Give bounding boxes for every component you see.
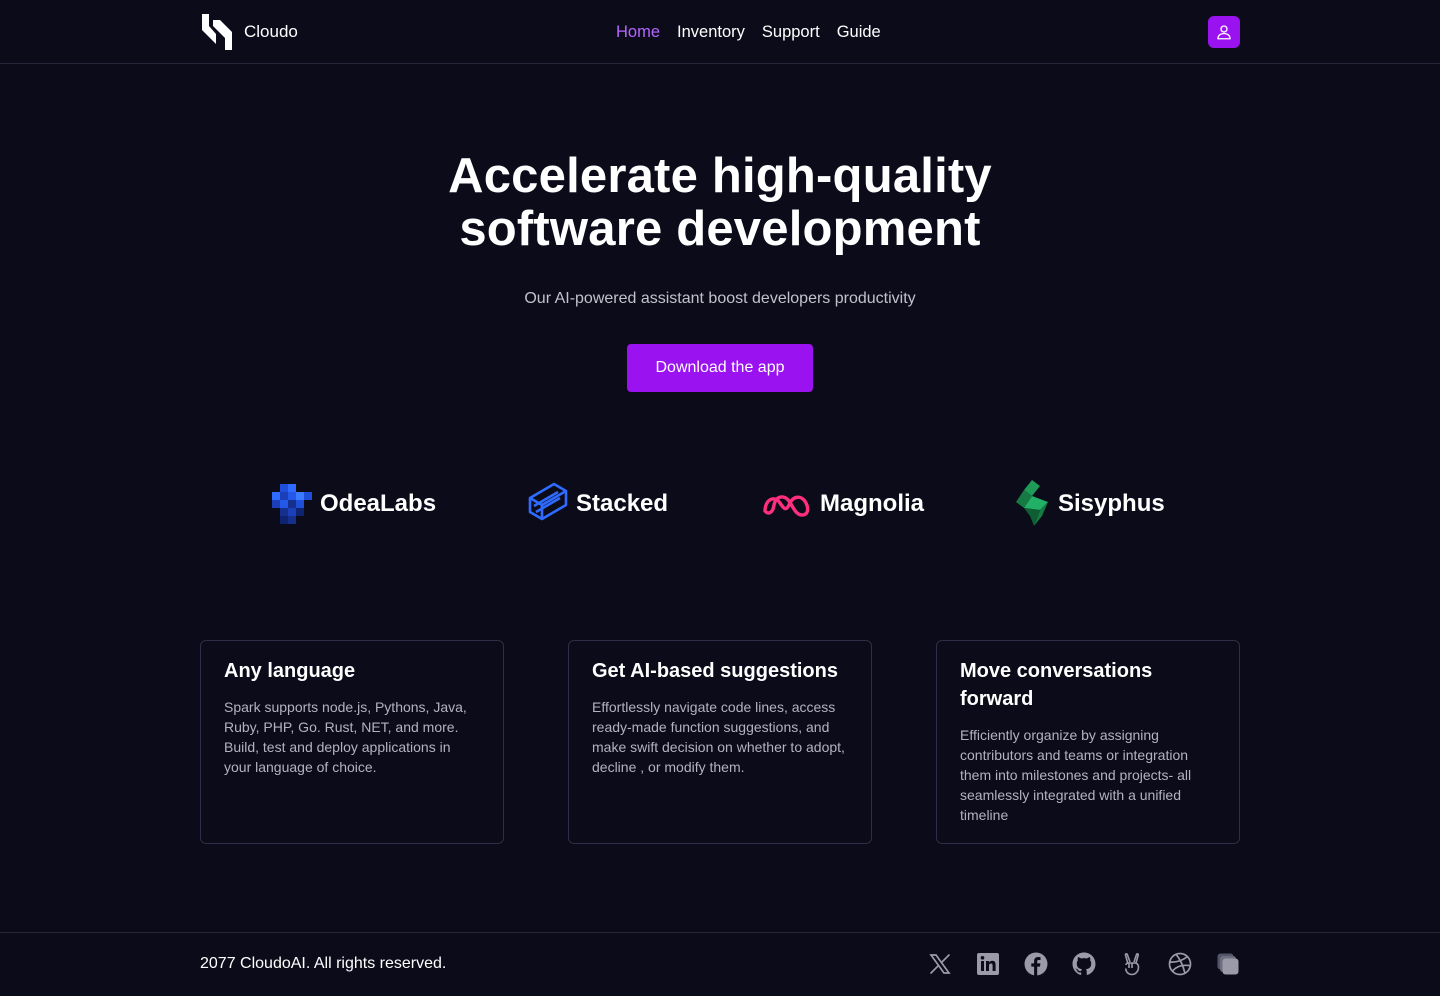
sisyphus-logo [1016,480,1048,526]
copyright-text: 2077 CloudoAI. All rights reserved. [200,955,447,972]
nav-support[interactable]: Support [762,21,820,43]
brand-name: Cloudo [244,22,298,41]
github-icon[interactable] [1072,952,1096,976]
stacked-logo [528,482,568,521]
facebook-icon[interactable] [1024,952,1048,976]
cloudo-logo-icon [202,14,232,50]
main-nav: Home Inventory Support Guide [616,21,881,43]
feature-card-body: Spark supports node.js, Pythons, Java, R… [224,699,467,775]
hero-subtitle: Our AI-powered assistant boost developer… [524,290,916,307]
x-icon[interactable] [928,952,952,976]
odealabs-logo [272,484,312,524]
nav-home[interactable]: Home [616,21,660,43]
nav-guide[interactable]: Guide [837,21,881,43]
user-icon [1217,25,1231,40]
hero-title: Accelerate high-quality software develop… [0,150,1440,256]
brand-magnolia: Magnolia [762,480,924,528]
feature-card-title: Get AI-based suggestions [592,660,838,682]
brand-sisyphus-name: Sisyphus [1058,490,1165,517]
feature-card-any-language: Any language Spark supports node.js, Pyt… [200,640,504,844]
brand-logo[interactable]: Cloudo [200,14,298,50]
buffer-icon[interactable] [1216,952,1240,976]
feature-card-conversations: Move conversations forward Efficiently o… [936,640,1240,844]
feature-card-ai-suggestions: Get AI-based suggestions Effortlessly na… [568,640,872,844]
brand-sisyphus: Sisyphus [1016,480,1165,528]
feature-card-body: Effortlessly navigate code lines, access… [592,699,845,775]
site-footer: 2077 CloudoAI. All rights reserved. [0,932,1440,996]
brand-stacked-name: Stacked [576,490,669,517]
site-header: Cloudo Home Inventory Support Guide [0,0,1440,64]
hero-title-line-1: Accelerate high-quality [448,149,992,203]
brand-odealabs: OdeaLabs [272,480,436,528]
user-account-button[interactable] [1208,16,1240,48]
brand-odealabs-name: OdeaLabs [320,490,437,517]
feature-card-body: Efficiently organize by assigning contri… [960,727,1192,823]
angellist-icon[interactable] [1120,952,1144,976]
download-app-button[interactable]: Download the app [627,344,813,392]
hero-title-line-2: software development [459,202,981,256]
magnolia-logo [763,495,810,517]
brand-magnolia-name: Magnolia [820,490,925,517]
linkedin-icon[interactable] [976,952,1000,976]
feature-card-title: Move conversations forward [960,660,1153,710]
brand-stacked: Stacked [528,480,668,528]
social-links [928,952,1240,976]
dribbble-icon[interactable] [1168,952,1192,976]
feature-card-title: Any language [224,660,356,682]
nav-inventory[interactable]: Inventory [677,21,745,43]
